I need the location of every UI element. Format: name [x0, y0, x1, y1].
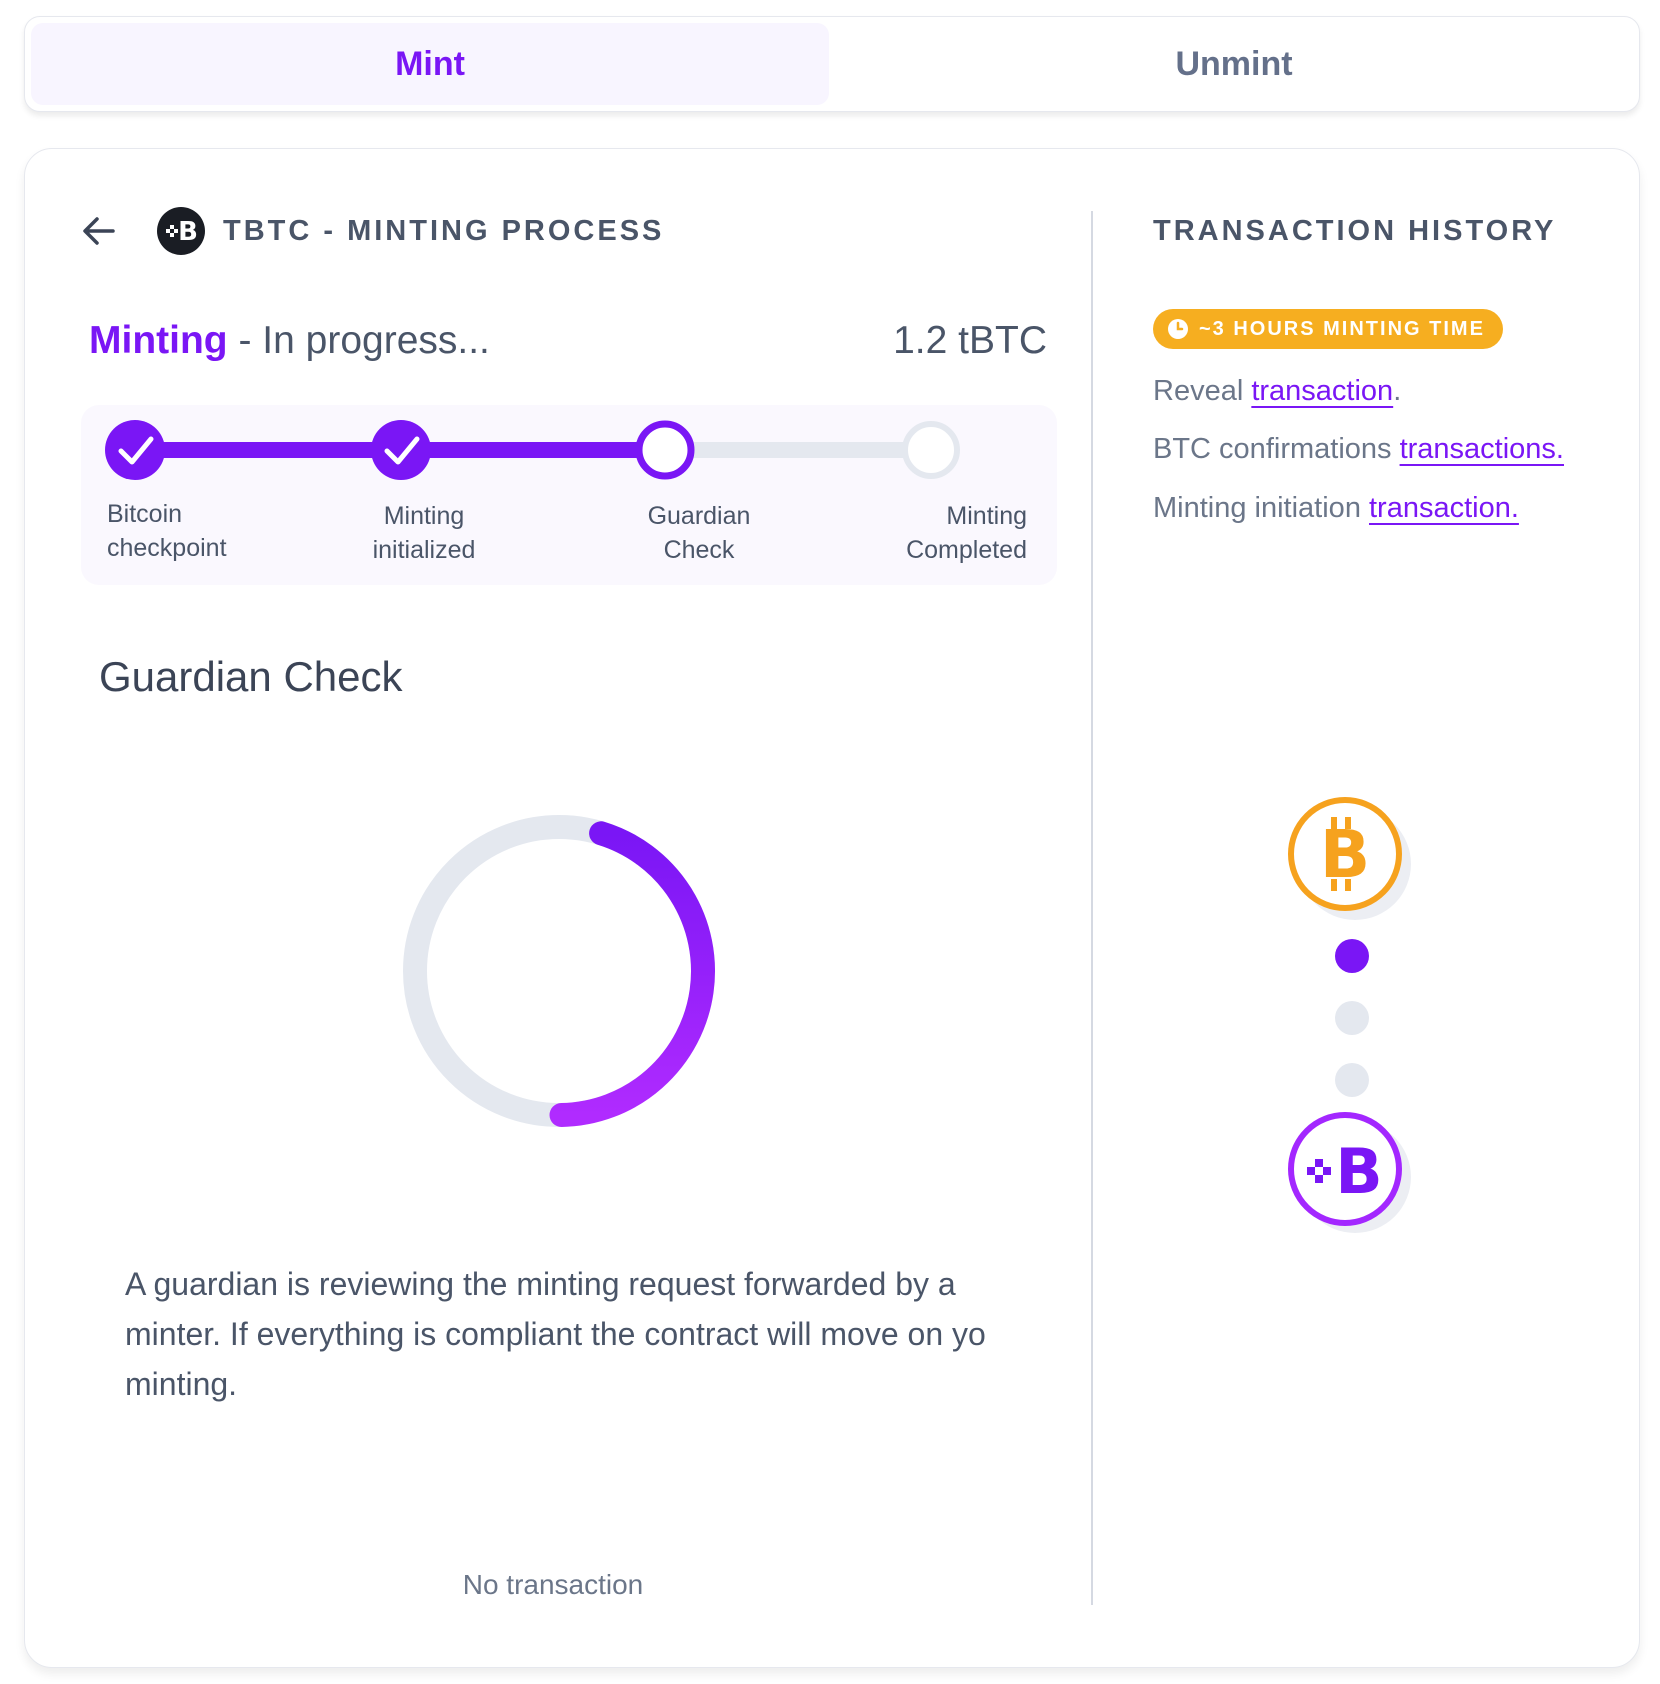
bitcoin-coin-icon: B	[1288, 797, 1411, 920]
reveal-transaction-link[interactable]: transaction	[1251, 375, 1393, 407]
section-title: Guardian Check	[99, 653, 403, 700]
tab-mint[interactable]: Mint	[31, 23, 829, 105]
mint-unmint-tabs: Mint Unmint	[24, 16, 1640, 112]
flow-dot	[1335, 1063, 1369, 1097]
progress-ring-fill	[549, 821, 715, 1127]
flow-dot-active	[1335, 939, 1369, 973]
transaction-history-title: TRANSACTION HISTORY	[1153, 215, 1557, 247]
minting-time-badge: ~3 HOURS MINTING TIME	[1153, 309, 1503, 349]
btc-confirmations-link[interactable]: transactions.	[1400, 433, 1564, 465]
step-label-minting-initialized: Minting initialized	[372, 502, 476, 564]
step-2-done	[371, 420, 431, 480]
step-3-current	[635, 420, 695, 480]
step-label-bitcoin-checkpoint: Bitcoin checkpoint	[107, 500, 227, 562]
page-title: TBTC - MINTING PROCESS	[223, 215, 665, 247]
history-item-btc-confirmations: BTC confirmations transactions.	[1153, 433, 1564, 465]
step-4-pending	[902, 421, 960, 479]
vertical-divider	[1091, 211, 1093, 1605]
step-1-done	[105, 420, 165, 480]
status-text: - In progress...	[227, 319, 490, 362]
no-transaction-label: No transaction	[462, 1569, 644, 1600]
tbtc-logo-icon: B	[157, 207, 205, 255]
history-item-reveal: Reveal transaction.	[1153, 375, 1402, 407]
minting-process-card: B TBTC - MINTING PROCESS Minting - In pr…	[24, 148, 1640, 1668]
minting-initiation-link[interactable]: transaction.	[1369, 492, 1519, 524]
arrow-left-icon[interactable]	[79, 211, 119, 251]
progress-ring	[403, 815, 715, 1127]
svg-text:B: B	[178, 217, 198, 247]
progress-stepper: Bitcoin checkpoint Minting initialized Gua…	[81, 405, 1057, 585]
guardian-check-description: A guardian is reviewing the minting requ…	[125, 1266, 986, 1402]
history-item-minting-initiation: Minting initiation transaction.	[1153, 492, 1519, 524]
badge-text: ~3 HOURS MINTING TIME	[1199, 317, 1485, 340]
tbtc-coin-icon: B	[1288, 1112, 1411, 1233]
step-label-guardian-check: Guardian Check	[647, 502, 751, 564]
flow-dot	[1335, 1001, 1369, 1035]
minting-status: Minting - In progress...	[89, 319, 490, 363]
svg-text:B: B	[1335, 1135, 1382, 1208]
clock-icon	[1168, 319, 1188, 339]
mint-amount: 1.2 tBTC	[893, 319, 1047, 362]
status-label: Minting	[89, 319, 228, 362]
tab-unmint[interactable]: Unmint	[835, 23, 1633, 105]
step-label-minting-completed: Minting Completed	[906, 502, 1027, 564]
